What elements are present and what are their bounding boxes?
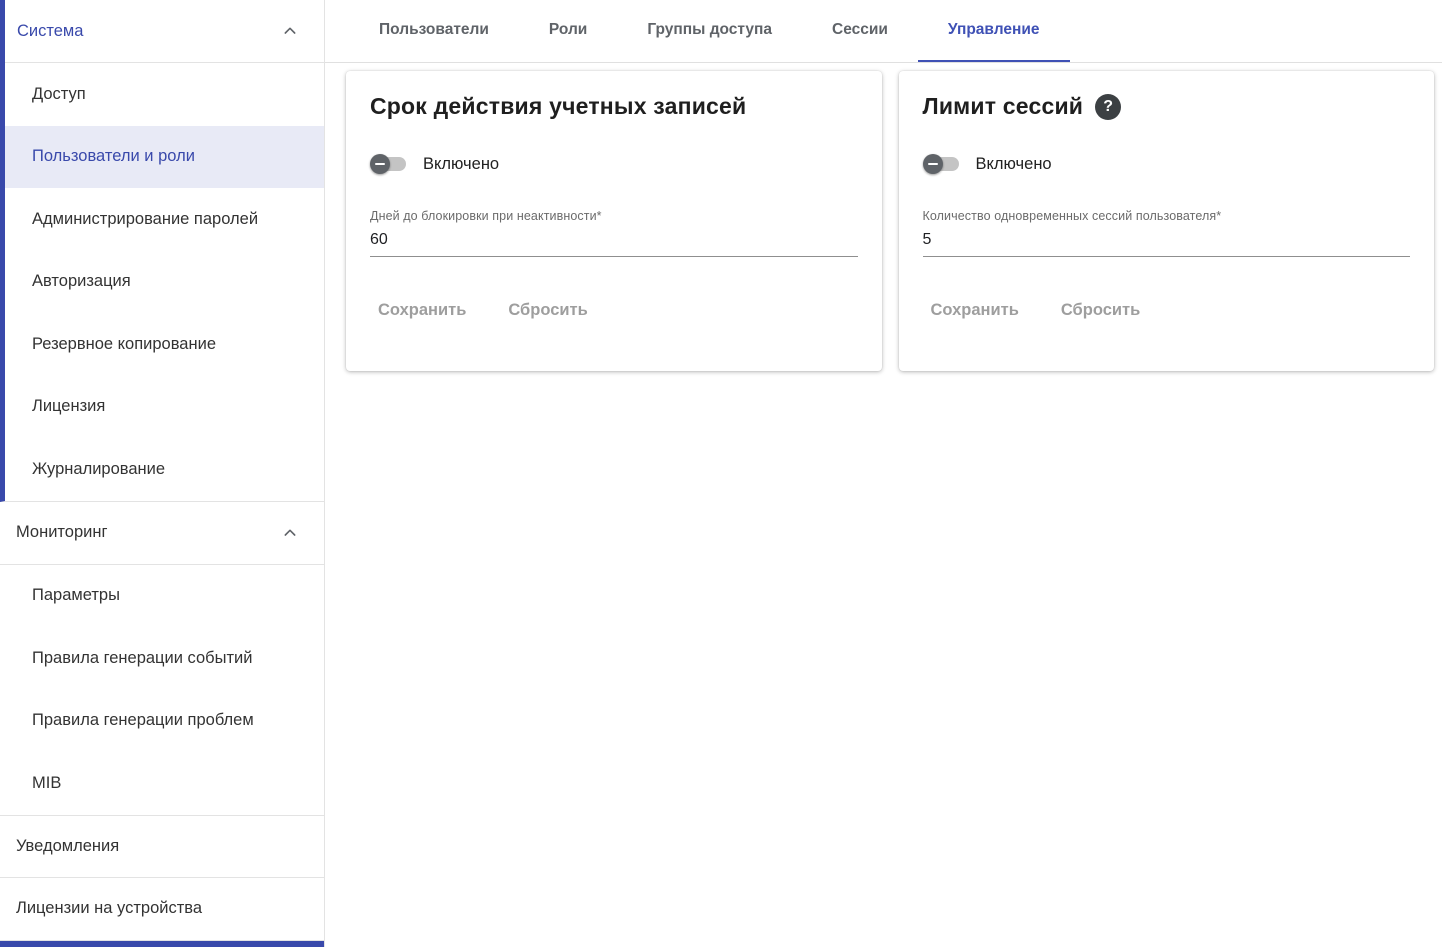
field-label: Дней до блокировки при неактивности* bbox=[370, 209, 602, 223]
tab-sessions[interactable]: Сессии bbox=[802, 0, 918, 62]
sidebar-bottom-accent bbox=[0, 941, 324, 947]
days-until-block-input[interactable] bbox=[370, 225, 858, 257]
sidebar-item-device-licenses[interactable]: Лицензии на устройства bbox=[0, 878, 324, 941]
reset-button[interactable]: Сбросить bbox=[500, 301, 595, 320]
sidebar-item-authorization[interactable]: Авторизация bbox=[5, 251, 324, 314]
sidebar-item-license[interactable]: Лицензия bbox=[5, 376, 324, 439]
sidebar-item-backup[interactable]: Резервное копирование bbox=[5, 313, 324, 376]
tab-access-groups[interactable]: Группы доступа bbox=[617, 0, 802, 62]
reset-button[interactable]: Сбросить bbox=[1053, 301, 1148, 320]
card-title: Срок действия учетных записей bbox=[370, 93, 746, 120]
card-title: Лимит сессий bbox=[923, 93, 1084, 120]
toggle-label: Включено bbox=[976, 155, 1052, 174]
sidebar-group-label-monitoring: Мониторинг bbox=[16, 523, 108, 542]
sidebar-group-system: Система Доступ Пользователи и роли Админ… bbox=[0, 0, 324, 502]
save-button[interactable]: Сохранить bbox=[370, 301, 474, 320]
chevron-up-icon bbox=[282, 525, 298, 541]
help-icon[interactable]: ? bbox=[1095, 94, 1121, 120]
chevron-up-icon bbox=[282, 23, 298, 39]
sidebar-item-parameters[interactable]: Параметры bbox=[0, 565, 324, 628]
sidebar-item-mib[interactable]: MIB bbox=[0, 752, 324, 815]
save-button[interactable]: Сохранить bbox=[923, 301, 1027, 320]
toggle-label: Включено bbox=[423, 155, 499, 174]
card-session-limit: Лимит сессий ? Включено Количество однов… bbox=[899, 71, 1435, 371]
card-account-expiry: Срок действия учетных записей Включено Д… bbox=[346, 71, 882, 371]
toggle-thumb bbox=[923, 154, 943, 174]
enabled-toggle[interactable] bbox=[370, 154, 408, 174]
sidebar: Система Доступ Пользователи и роли Админ… bbox=[0, 0, 325, 947]
sidebar-item-problem-generation-rules[interactable]: Правила генерации проблем bbox=[0, 690, 324, 753]
tab-roles[interactable]: Роли bbox=[519, 0, 617, 62]
sidebar-item-notifications[interactable]: Уведомления bbox=[0, 816, 324, 879]
tab-bar: Пользователи Роли Группы доступа Сессии … bbox=[325, 0, 1442, 63]
sidebar-item-users-roles[interactable]: Пользователи и роли bbox=[5, 126, 324, 189]
field-label: Количество одновременных сессий пользова… bbox=[923, 209, 1222, 223]
content-area: Срок действия учетных записей Включено Д… bbox=[325, 63, 1442, 371]
app-root: Система Доступ Пользователи и роли Админ… bbox=[0, 0, 1442, 947]
sidebar-group-header-system[interactable]: Система bbox=[5, 0, 324, 63]
sidebar-group-header-monitoring[interactable]: Мониторинг bbox=[0, 502, 324, 565]
sidebar-group-label-system: Система bbox=[17, 22, 83, 41]
tab-users[interactable]: Пользователи bbox=[349, 0, 519, 62]
sidebar-item-event-generation-rules[interactable]: Правила генерации событий bbox=[0, 627, 324, 690]
enabled-toggle[interactable] bbox=[923, 154, 961, 174]
sidebar-item-logging[interactable]: Журналирование bbox=[5, 438, 324, 501]
sidebar-item-password-administration[interactable]: Администрирование паролей bbox=[5, 188, 324, 251]
tab-management[interactable]: Управление bbox=[918, 0, 1070, 62]
toggle-thumb bbox=[370, 154, 390, 174]
sidebar-group-monitoring: Мониторинг Параметры Правила генерации с… bbox=[0, 502, 324, 816]
concurrent-sessions-input[interactable] bbox=[923, 225, 1411, 257]
main-content: Пользователи Роли Группы доступа Сессии … bbox=[325, 0, 1442, 947]
sidebar-item-access[interactable]: Доступ bbox=[5, 63, 324, 126]
